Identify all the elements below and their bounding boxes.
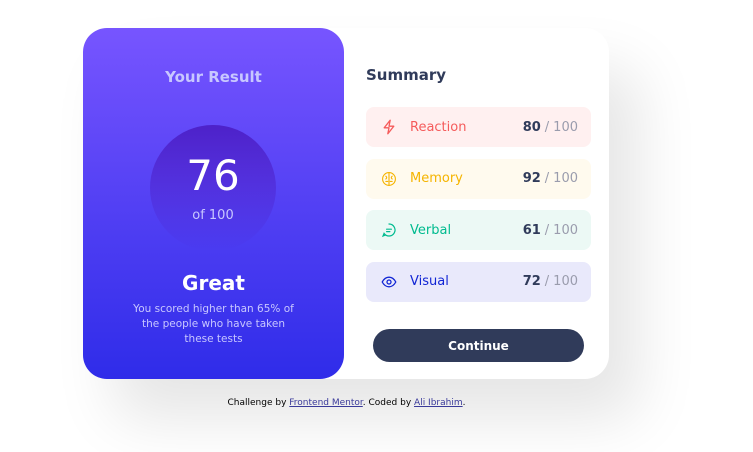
summary-item-label: Memory [410,171,463,186]
summary-item-max: 100 [553,274,578,289]
brain-icon [380,170,398,188]
score-separator: / [544,274,550,289]
summary-title: Summary [366,66,447,84]
summary-item-score: 80 [522,119,541,135]
attribution-suffix: . [462,398,466,408]
results-card: Your Result 76 of 100 Great You scored h… [83,28,609,379]
eye-icon [380,273,398,291]
score-of-label: of 100 [192,208,234,223]
summary-item-label: Reaction [410,119,467,135]
summary-item-verbal: Verbal 61 / 100 [366,210,591,250]
summary-item-score: 61 [522,222,541,238]
score-separator: / [544,222,550,238]
summary-item-max: 100 [553,171,578,186]
summary-item-label: Verbal [410,222,452,238]
grade-label: Great [182,271,245,295]
chat-icon [380,221,398,239]
summary-list: Reaction 80 / 100 Memory 92 / 100 Verbal… [366,107,591,313]
summary-item-score: 92 [522,171,541,186]
score-circle: 76 of 100 [150,125,276,251]
score-value: 76 [186,151,240,200]
frontend-mentor-link[interactable]: Frontend Mentor [289,398,363,408]
attribution-middle: . Coded by [362,398,412,408]
attribution: Challenge by Frontend Mentor. Coded by A… [0,398,693,408]
summary-item-max: 100 [553,222,578,238]
attribution-prefix: Challenge by [227,398,287,408]
score-separator: / [544,171,550,186]
result-description: You scored higher than 65% of the people… [133,303,294,345]
continue-button[interactable]: Continue [373,329,584,362]
summary-item-score: 72 [522,274,541,289]
summary-item-visual: Visual 72 / 100 [366,261,591,302]
summary-item-max: 100 [553,119,578,135]
lightning-icon [380,118,398,136]
result-panel: Your Result 76 of 100 Great You scored h… [83,28,344,379]
score-separator: / [544,119,550,135]
summary-item-reaction: Reaction 80 / 100 [366,107,591,147]
author-link[interactable]: Ali Ibrahim [414,398,463,408]
summary-item-label: Visual [410,274,449,289]
summary-item-memory: Memory 92 / 100 [366,158,591,199]
result-title: Your Result [165,68,262,86]
